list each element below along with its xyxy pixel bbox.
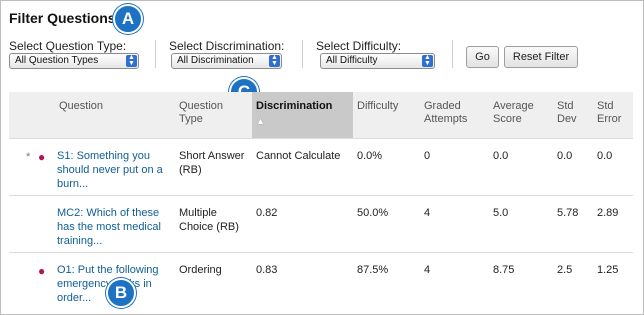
std-dev-cell: 2.5 [553,252,593,309]
header-discrimination-label: Discrimination [256,100,333,112]
difficulty-select[interactable]: All Difficulty ▲ ▼ [320,53,435,69]
question-type-label: Select Question Type: [9,39,127,53]
go-button[interactable]: Go [466,46,499,68]
std-dev-cell: 0.0 [553,138,593,196]
table-row: * ● S1: Something you should never put o… [9,138,633,196]
question-stats-table: Question Question Type Discrimination ▲ … [9,92,633,309]
table-row: ● O1: Put the following emergency tasks … [9,252,633,309]
table-header-row: Question Question Type Discrimination ▲ … [9,92,633,139]
header-question-type[interactable]: Question Type [175,92,252,139]
std-error-cell: 2.89 [593,195,633,253]
select-arrows-icon: ▲ ▼ [126,54,137,67]
discrimination-select[interactable]: All Discrimination ▲ ▼ [171,53,282,69]
discrimination-cell: Cannot Calculate [252,138,353,196]
question-type-cell: Short Answer (RB) [175,138,252,196]
divider [302,40,303,68]
difficulty-cell: 87.5% [353,252,420,309]
difficulty-value: All Difficulty [326,55,378,66]
std-error-cell: 0.0 [593,138,633,196]
callout-b: B [106,278,136,308]
question-type-value: All Question Types [15,55,99,66]
difficulty-cell: 0.0% [353,138,420,196]
table-row: MC2: Which of these has the most medical… [9,195,633,253]
page-title: Filter Questions [9,10,116,26]
std-dev-cell: 5.78 [553,195,593,253]
question-cell: * ● S1: Something you should never put o… [9,138,175,196]
asterisk-icon: * [26,151,31,163]
question-cell: MC2: Which of these has the most medical… [9,195,175,253]
question-link[interactable]: S1: Something you should never put on a … [57,149,179,191]
header-question[interactable]: Question [9,92,175,139]
select-arrows-icon: ▲ ▼ [269,54,280,67]
difficulty-label: Select Difficulty: [316,39,402,53]
dot-icon: ● [38,150,46,164]
question-cell: ● O1: Put the following emergency tasks … [9,252,175,309]
discrimination-cell: 0.83 [252,252,353,309]
discrimination-label: Select Discrimination: [169,39,285,53]
question-type-select[interactable]: All Question Types ▲ ▼ [9,53,139,69]
header-average-score[interactable]: Average Score [489,92,553,139]
difficulty-cell: 50.0% [353,195,420,253]
header-graded-attempts[interactable]: Graded Attempts [420,92,489,139]
reset-filter-button[interactable]: Reset Filter [504,46,578,68]
graded-attempts-cell: 0 [420,138,489,196]
callout-a: A [113,4,143,34]
question-type-cell: Ordering [175,252,252,309]
divider [452,40,453,68]
question-type-cell: Multiple Choice (RB) [175,195,252,253]
dot-icon: ● [38,264,46,278]
discrimination-value: All Discrimination [177,55,254,66]
select-arrows-icon: ▲ ▼ [422,54,433,67]
header-std-error[interactable]: Std Error [593,92,633,139]
graded-attempts-cell: 4 [420,195,489,253]
sort-ascending-icon: ▲ [256,116,265,126]
average-score-cell: 8.75 [489,252,553,309]
discrimination-cell: 0.82 [252,195,353,253]
header-difficulty[interactable]: Difficulty [353,92,420,139]
std-error-cell: 1.25 [593,252,633,309]
average-score-cell: 5.0 [489,195,553,253]
graded-attempts-cell: 4 [420,252,489,309]
question-link[interactable]: MC2: Which of these has the most medical… [57,206,179,248]
divider [155,40,156,68]
average-score-cell: 0.0 [489,138,553,196]
header-discrimination[interactable]: Discrimination ▲ [252,92,353,139]
header-std-dev[interactable]: Std Dev [553,92,593,139]
